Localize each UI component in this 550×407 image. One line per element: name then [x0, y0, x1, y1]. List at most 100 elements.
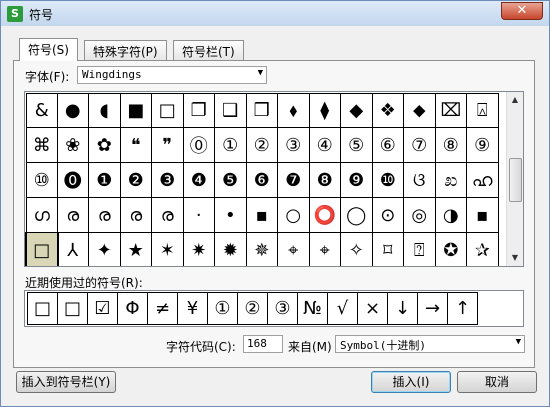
symbol-cell[interactable]: ര — [152, 198, 184, 233]
symbol-cell[interactable]: ❐ — [183, 93, 215, 128]
recent-symbol-cell[interactable]: ① — [207, 292, 238, 325]
symbol-cell[interactable]: ⌑ — [373, 233, 404, 266]
symbol-cell[interactable]: ❑ — [215, 93, 247, 128]
symbol-cell[interactable]: ❷ — [120, 163, 152, 198]
font-select[interactable]: Wingdings ▼ — [77, 66, 267, 84]
symbol-cell[interactable]: ⌖ — [278, 233, 310, 266]
symbol-cell[interactable]: ⓿ — [57, 163, 89, 198]
symbol-cell[interactable]: ⑩ — [26, 163, 58, 198]
symbol-cell[interactable]: ⑥ — [372, 128, 404, 163]
symbol-cell[interactable]: ⅄ — [58, 233, 89, 266]
char-code-input[interactable]: 168 — [243, 335, 283, 353]
symbol-cell[interactable]: ❝ — [120, 128, 152, 163]
symbol-cell[interactable]: ✧ — [341, 233, 373, 266]
tab-special-characters[interactable]: 特殊字符(P) — [84, 40, 167, 60]
symbol-cell[interactable]: ✵ — [247, 233, 278, 266]
recent-symbol-cell[interactable]: ≠ — [147, 292, 178, 325]
symbol-cell[interactable]: ◆ — [341, 93, 373, 128]
symbol-cell[interactable]: ⑤ — [341, 128, 373, 163]
symbol-cell[interactable]: ❽ — [309, 163, 341, 198]
recent-symbol-cell[interactable]: № — [297, 292, 328, 325]
symbol-cell[interactable]: ര — [89, 198, 121, 233]
symbol-cell[interactable]: ❸ — [152, 163, 184, 198]
symbol-cell[interactable]: ✶ — [152, 233, 184, 266]
symbol-cell[interactable]: ❶ — [89, 163, 121, 198]
grid-scrollbar[interactable]: ▲ ▼ — [506, 92, 523, 266]
symbol-cell[interactable]: · — [183, 198, 215, 233]
recent-symbol-cell[interactable]: ② — [237, 292, 268, 325]
symbol-cell[interactable]: ര — [120, 198, 152, 233]
symbol-cell[interactable]: ▪ — [246, 198, 278, 233]
symbol-cell[interactable]: ര — [57, 198, 89, 233]
cancel-button[interactable]: 取消 — [457, 371, 537, 393]
symbol-cell[interactable]: ⑧ — [435, 128, 467, 163]
symbol-cell[interactable]: ⌧ — [435, 93, 467, 128]
from-select[interactable]: Symbol(十进制) ▼ — [335, 335, 525, 353]
recent-symbol-cell[interactable]: □ — [57, 292, 88, 325]
symbol-cell[interactable]: ★ — [121, 233, 152, 266]
symbol-cell[interactable]: ⬧ — [278, 93, 310, 128]
symbol-cell[interactable]: ✰ — [467, 233, 499, 266]
symbol-cell[interactable]: ❻ — [246, 163, 278, 198]
symbol-cell[interactable]: ③ — [278, 128, 310, 163]
symbol-cell[interactable]: □ — [25, 232, 59, 266]
symbol-cell[interactable]: ⬥ — [404, 93, 436, 128]
insert-button[interactable]: 插入(I) — [371, 371, 451, 393]
symbol-cell[interactable]: ಖ — [435, 163, 467, 198]
symbol-cell[interactable]: ⍓ — [467, 93, 499, 128]
scroll-down-icon[interactable]: ▼ — [507, 250, 523, 266]
scroll-thumb[interactable] — [509, 158, 522, 202]
symbol-cell[interactable]: ✹ — [215, 233, 247, 266]
symbol-cell[interactable]: ■ — [120, 93, 152, 128]
symbol-cell[interactable]: ▪ — [467, 198, 499, 233]
symbol-cell[interactable]: □ — [152, 93, 184, 128]
recent-symbol-cell[interactable]: × — [357, 292, 388, 325]
recent-symbol-cell[interactable]: → — [417, 292, 448, 325]
symbol-cell[interactable]: ⓪ — [183, 128, 215, 163]
symbol-cell[interactable]: ഗ — [26, 198, 58, 233]
symbol-cell[interactable]: ⭕ — [309, 198, 341, 233]
recent-symbol-cell[interactable]: ↑ — [447, 292, 478, 325]
symbol-cell[interactable]: ❞ — [152, 128, 184, 163]
symbol-cell[interactable]: ② — [246, 128, 278, 163]
symbol-cell[interactable]: ❾ — [341, 163, 373, 198]
recent-symbol-cell[interactable]: ↓ — [387, 292, 418, 325]
symbol-cell[interactable]: ✪ — [436, 233, 467, 266]
symbol-cell[interactable]: ⑦ — [404, 128, 436, 163]
symbol-cell[interactable]: ✦ — [89, 233, 121, 266]
insert-to-symbol-bar-button[interactable]: 插入到符号栏(Y) — [16, 371, 116, 393]
symbol-cell[interactable]: ○ — [278, 198, 310, 233]
symbol-cell[interactable]: ● — [57, 93, 89, 128]
symbol-cell[interactable]: ❺ — [215, 163, 247, 198]
symbol-cell[interactable]: ❼ — [278, 163, 310, 198]
tab-symbols[interactable]: 符号(S) — [19, 38, 78, 61]
symbol-cell[interactable]: ✷ — [184, 233, 215, 266]
recent-symbol-cell[interactable]: ☑ — [87, 292, 118, 325]
symbol-cell[interactable]: ◯ — [341, 198, 373, 233]
symbol-cell[interactable]: ❀ — [57, 128, 89, 163]
symbol-cell[interactable]: ◖ — [89, 93, 121, 128]
symbol-cell[interactable]: • — [215, 198, 247, 233]
symbol-cell[interactable]: ⊙ — [372, 198, 404, 233]
symbol-cell[interactable]: ④ — [309, 128, 341, 163]
close-button[interactable]: ✕ — [501, 2, 543, 20]
symbol-cell[interactable]: ⧫ — [309, 93, 341, 128]
symbol-cell[interactable]: ഹ — [467, 163, 499, 198]
symbol-cell[interactable]: ❹ — [183, 163, 215, 198]
recent-symbol-cell[interactable]: ¥ — [177, 292, 208, 325]
symbol-cell[interactable]: ① — [215, 128, 247, 163]
symbol-cell[interactable]: ✿ — [89, 128, 121, 163]
symbol-cell[interactable]: ⌘ — [26, 128, 58, 163]
symbol-cell[interactable]: ଓ — [404, 163, 436, 198]
symbol-cell[interactable]: ⌖ — [310, 233, 341, 266]
symbol-cell[interactable]: ❒ — [246, 93, 278, 128]
recent-symbol-cell[interactable]: ③ — [267, 292, 298, 325]
symbol-cell[interactable]: ❿ — [372, 163, 404, 198]
symbol-cell[interactable]: ◑ — [435, 198, 467, 233]
title-bar[interactable]: S 符号 ✕ — [1, 1, 549, 26]
recent-symbol-cell[interactable]: √ — [327, 292, 358, 325]
tab-symbol-bar[interactable]: 符号栏(T) — [173, 40, 244, 60]
symbol-cell[interactable]: ⍰ — [404, 233, 436, 266]
symbol-cell[interactable]: ⑨ — [467, 128, 499, 163]
scroll-up-icon[interactable]: ▲ — [507, 92, 523, 108]
